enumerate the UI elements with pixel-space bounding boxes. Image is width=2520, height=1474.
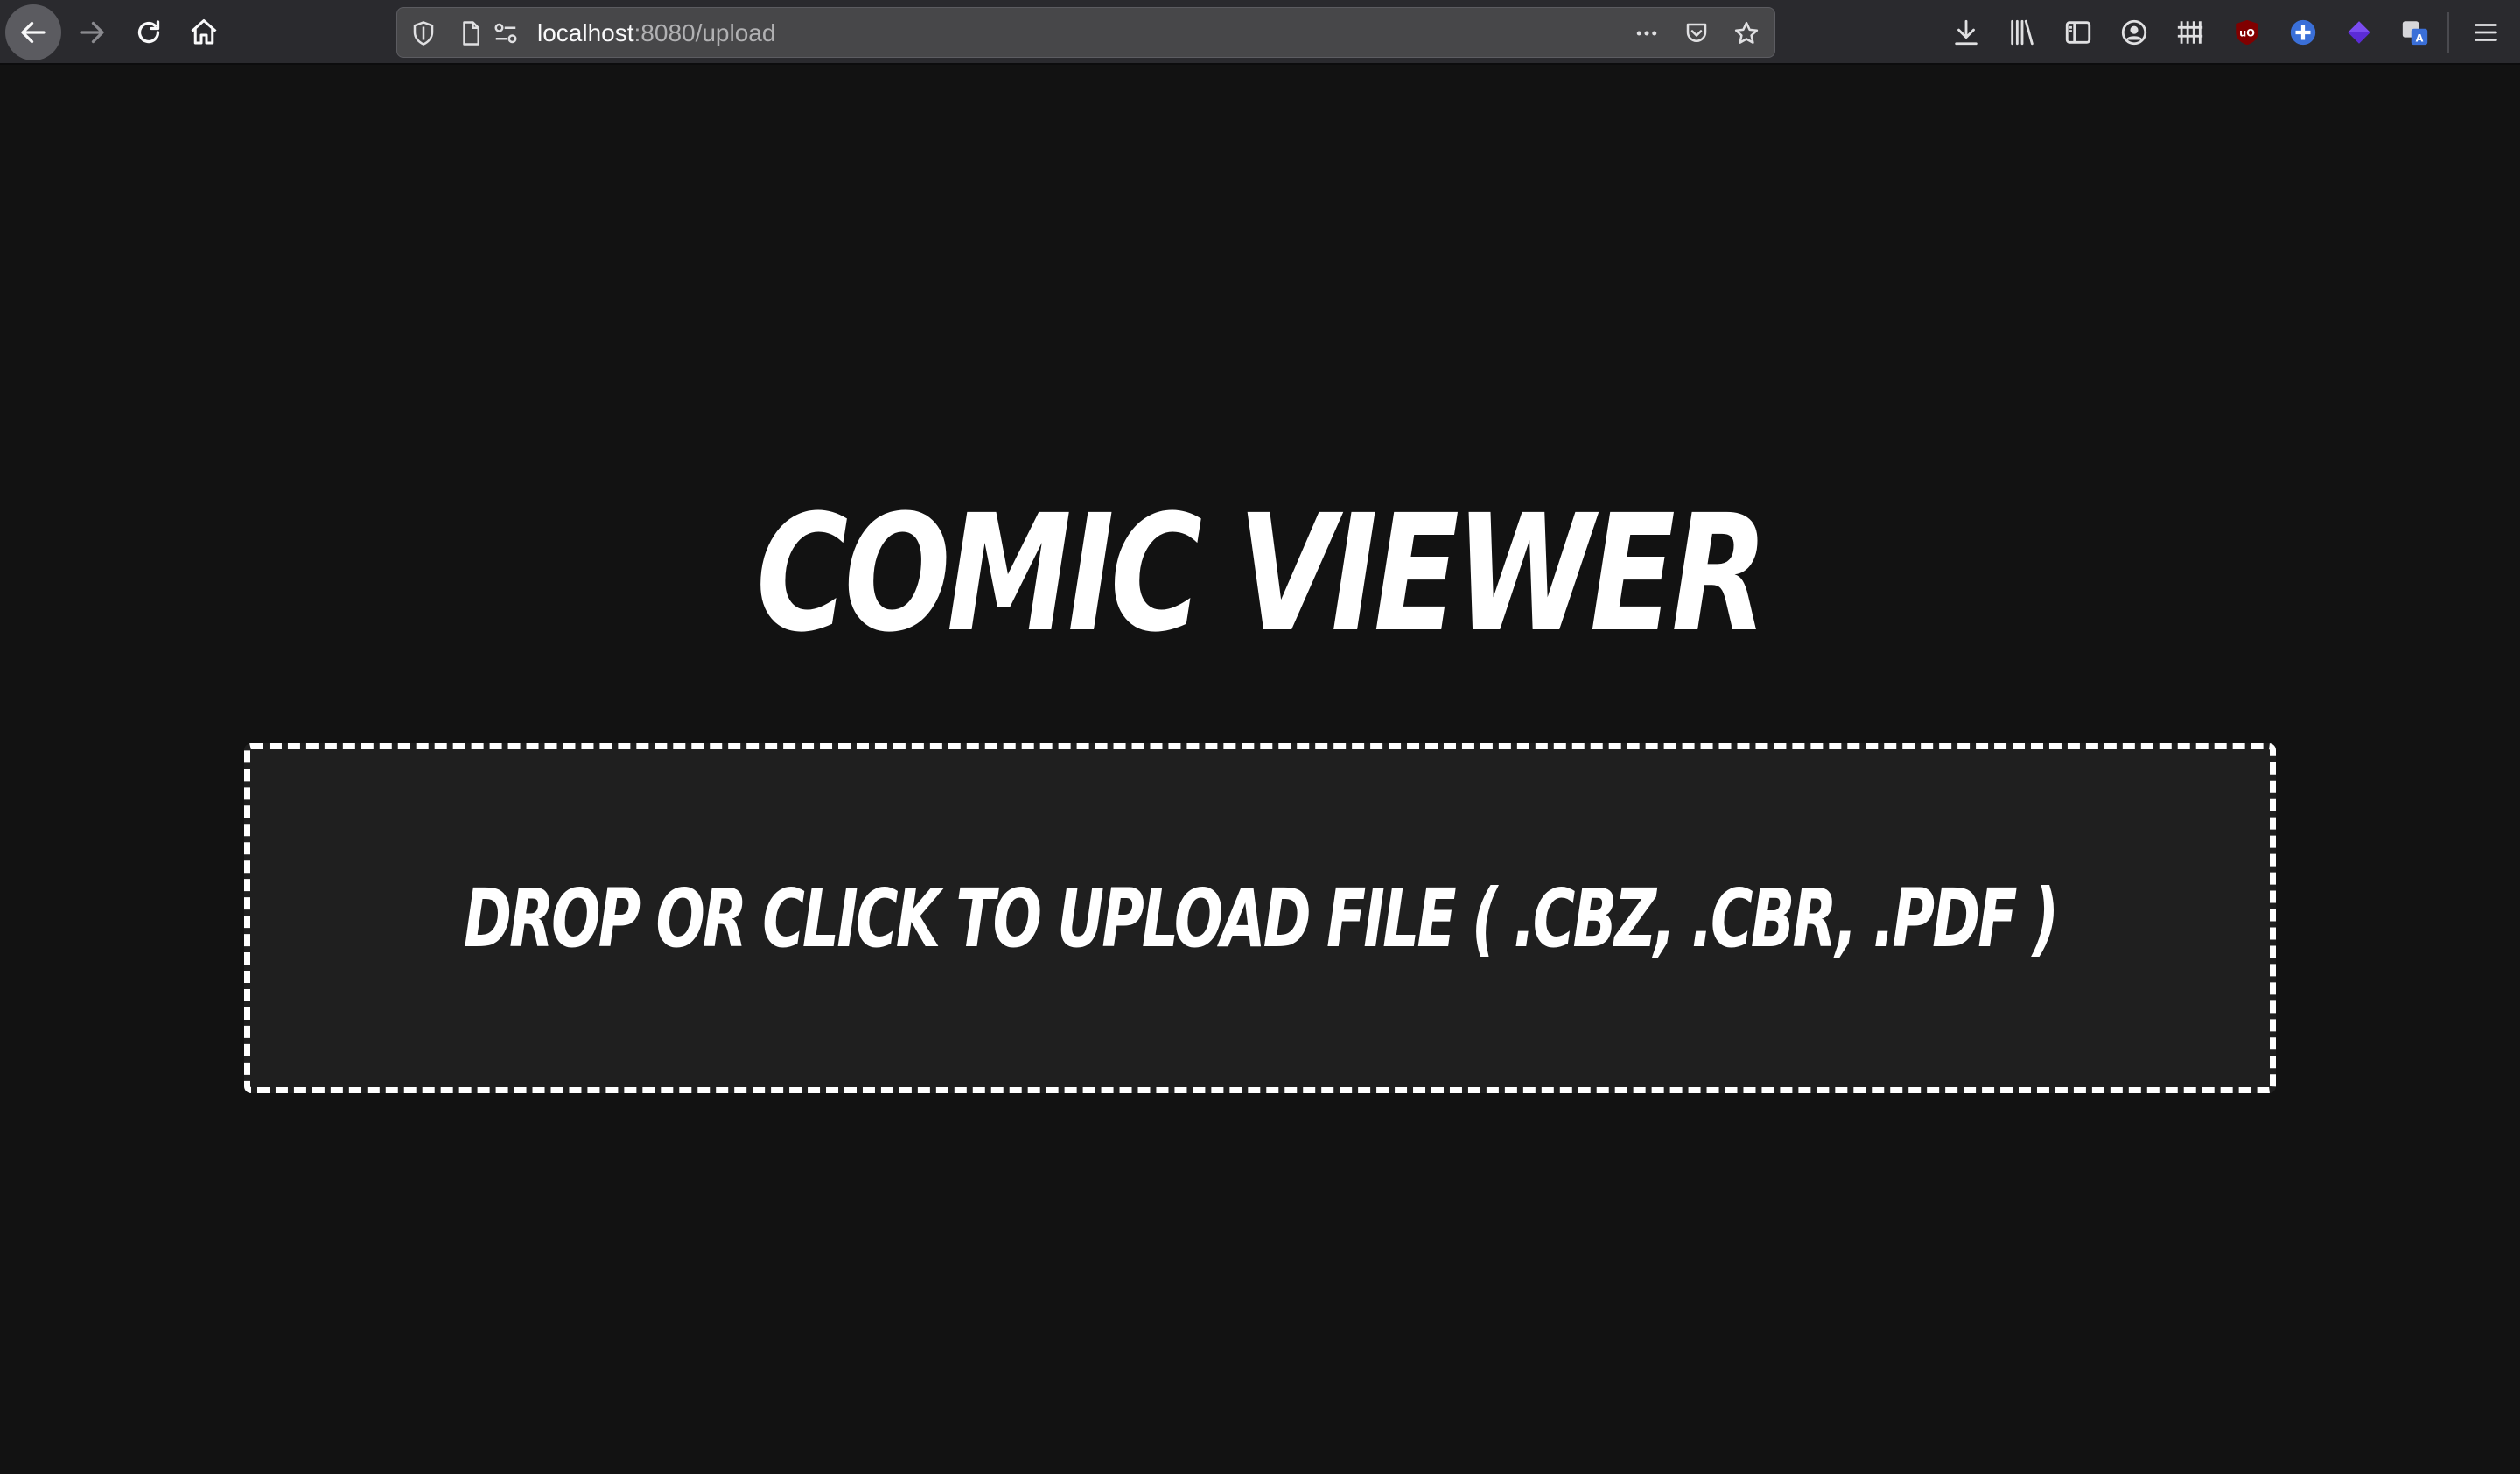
download-icon[interactable]	[1948, 14, 1984, 51]
bookmark-star-icon[interactable]	[1731, 18, 1762, 49]
browser-toolbar: localhost:8080/upload uO A	[0, 0, 2520, 65]
url-text[interactable]: localhost:8080/upload	[537, 8, 775, 59]
forward-button[interactable]	[64, 4, 120, 60]
arrow-left-icon	[21, 21, 46, 44]
shield-icon[interactable]	[408, 18, 439, 49]
permissions-icon[interactable]	[490, 18, 522, 49]
sidebar-icon[interactable]	[2060, 14, 2096, 51]
upload-dropzone[interactable]: DROP OR CLICK TO UPLOAD FILE ( .CBZ, .CB…	[244, 743, 2276, 1093]
url-host: localhost	[537, 19, 634, 46]
toolbar-separator	[2447, 12, 2449, 53]
dropzone-label: DROP OR CLICK TO UPLOAD FILE ( .CBZ, .CB…	[463, 871, 2059, 965]
home-icon	[191, 19, 217, 45]
translate-icon[interactable]: A	[2397, 14, 2433, 51]
back-button[interactable]	[5, 4, 61, 60]
extension-grid-icon[interactable]	[2172, 14, 2208, 51]
svg-text:uO: uO	[2239, 26, 2255, 39]
home-button[interactable]	[176, 4, 232, 60]
ublock-icon[interactable]: uO	[2229, 14, 2265, 51]
svg-text:A: A	[2416, 32, 2424, 45]
pocket-icon[interactable]	[1681, 18, 1712, 49]
url-path: :8080/upload	[634, 19, 776, 46]
page-content: COMIC VIEWER DROP OR CLICK TO UPLOAD FIL…	[0, 65, 2520, 1474]
extension-plus-icon[interactable]	[2285, 14, 2321, 51]
url-bar[interactable]: localhost:8080/upload	[396, 7, 1775, 58]
library-icon[interactable]	[2004, 14, 2040, 51]
reload-icon	[137, 20, 160, 44]
extension-cube-icon[interactable]	[2341, 14, 2377, 51]
page-icon	[455, 18, 486, 49]
more-icon[interactable]	[1631, 18, 1662, 49]
reload-button[interactable]	[121, 4, 177, 60]
arrow-right-icon	[80, 21, 104, 44]
account-icon[interactable]	[2116, 14, 2152, 51]
app-title: COMIC VIEWER	[755, 481, 1768, 668]
menu-icon[interactable]	[2468, 14, 2504, 51]
